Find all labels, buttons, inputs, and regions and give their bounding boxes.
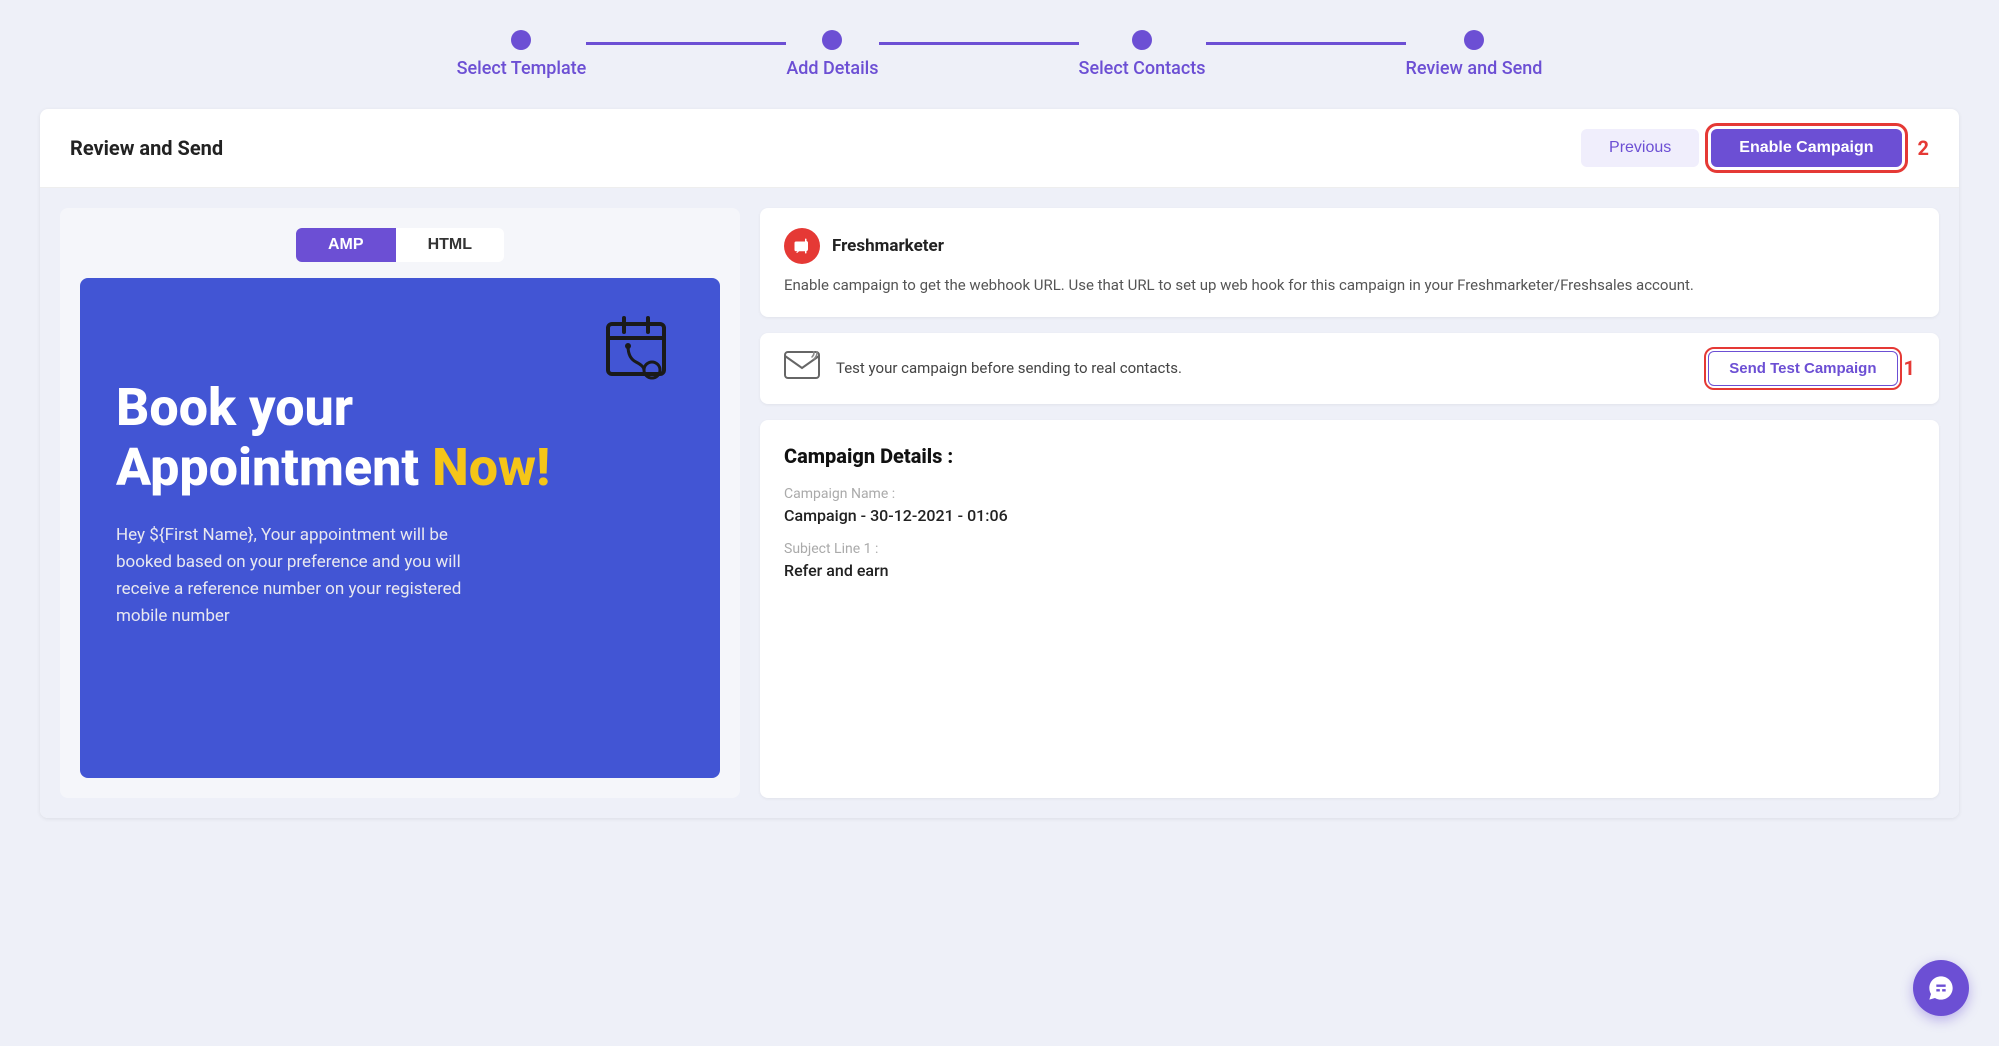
previous-button[interactable]: Previous	[1581, 129, 1699, 167]
campaign-name-row: Campaign Name : Campaign - 30-12-2021 - …	[784, 486, 1915, 525]
test-left: Test your campaign before sending to rea…	[784, 351, 1182, 386]
freshmarketer-icon	[784, 228, 820, 264]
step-line-1	[586, 42, 786, 45]
test-badge: 1	[1904, 356, 1915, 380]
review-send-title: Review and Send	[70, 136, 223, 160]
step-circle-4	[1464, 30, 1484, 50]
card-header: Review and Send Previous Enable Campaign…	[40, 109, 1959, 188]
step-line-3	[1206, 42, 1406, 45]
envelope-icon	[784, 351, 820, 386]
freshmarketer-header: Freshmarketer	[784, 228, 1915, 264]
step-circle-3	[1132, 30, 1152, 50]
step-label-4: Review and Send	[1406, 58, 1543, 79]
calendar-icon	[600, 308, 680, 403]
step-add-details: Add Details	[786, 30, 878, 79]
send-test-campaign-button[interactable]: Send Test Campaign	[1708, 351, 1897, 386]
header-buttons: Previous Enable Campaign 2	[1581, 129, 1929, 167]
step-label-1: Select Template	[457, 58, 587, 79]
preview-line1-text: Book your	[116, 377, 353, 438]
campaign-details-card: Campaign Details : Campaign Name : Campa…	[760, 420, 1939, 799]
preview-title-line1: Book your Appointment Now!	[116, 378, 684, 498]
test-campaign-text: Test your campaign before sending to rea…	[836, 359, 1182, 377]
left-panel: AMP HTML	[60, 208, 740, 798]
right-panel: Freshmarketer Enable campaign to get the…	[760, 208, 1939, 798]
step-select-contacts: Select Contacts	[1079, 30, 1206, 79]
campaign-details-title: Campaign Details :	[784, 444, 1915, 468]
preview-line2-text: Appointment	[116, 437, 432, 498]
tab-amp[interactable]: AMP	[296, 228, 396, 262]
campaign-name-label: Campaign Name :	[784, 486, 1915, 502]
campaign-name-value: Campaign - 30-12-2021 - 01:06	[784, 506, 1915, 525]
step-circle-2	[822, 30, 842, 50]
step-label-2: Add Details	[786, 58, 878, 79]
tab-bar: AMP HTML	[296, 228, 504, 262]
step-label-3: Select Contacts	[1079, 58, 1206, 79]
subject-line-label: Subject Line 1 :	[784, 541, 1915, 557]
preview-highlight-text: Now!	[432, 437, 550, 498]
freshmarketer-card: Freshmarketer Enable campaign to get the…	[760, 208, 1939, 317]
enable-badge: 2	[1918, 136, 1929, 160]
card-body: AMP HTML	[40, 188, 1959, 818]
preview-body-text: Hey ${First Name}, Your appointment will…	[116, 522, 496, 631]
subject-line-value: Refer and earn	[784, 561, 1915, 580]
enable-campaign-button[interactable]: Enable Campaign	[1711, 129, 1901, 167]
step-select-template: Select Template	[457, 30, 587, 79]
tab-html[interactable]: HTML	[396, 228, 504, 262]
step-circle-1	[511, 30, 531, 50]
freshmarketer-title: Freshmarketer	[832, 236, 944, 256]
step-line-2	[879, 42, 1079, 45]
step-review-send: Review and Send	[1406, 30, 1543, 79]
subject-line-row: Subject Line 1 : Refer and earn	[784, 541, 1915, 580]
chat-bubble[interactable]	[1913, 960, 1969, 1016]
freshmarketer-description: Enable campaign to get the webhook URL. …	[784, 274, 1915, 297]
main-card: Review and Send Previous Enable Campaign…	[40, 109, 1959, 818]
email-preview: Book your Appointment Now! Hey ${First N…	[80, 278, 720, 778]
test-campaign-card: Test your campaign before sending to rea…	[760, 333, 1939, 404]
stepper: Select Template Add Details Select Conta…	[40, 30, 1959, 79]
